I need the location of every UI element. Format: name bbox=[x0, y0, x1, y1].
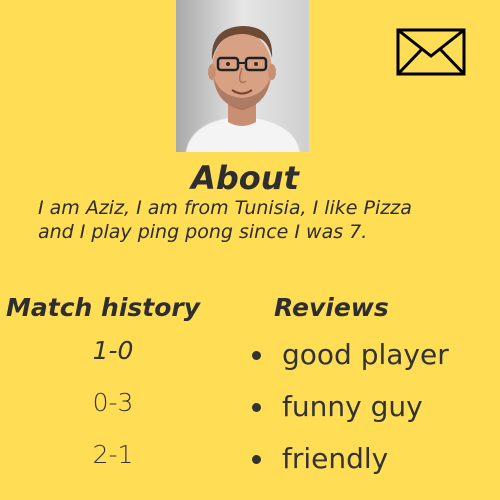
match-score: 0-3 bbox=[92, 388, 134, 417]
about-title: About bbox=[191, 159, 299, 197]
match-history-list: 1-0 0-3 2-1 bbox=[38, 328, 188, 484]
bullet-icon bbox=[252, 402, 261, 412]
reviews-list: good player funny guy friendly bbox=[252, 328, 500, 484]
mail-icon[interactable] bbox=[396, 28, 466, 76]
match-score: 2-1 bbox=[92, 440, 134, 469]
review-text: funny guy bbox=[282, 389, 423, 423]
review-item: good player bbox=[252, 328, 500, 380]
review-item: friendly bbox=[252, 432, 500, 484]
reviews-title: Reviews bbox=[274, 293, 389, 322]
about-text: I am Aziz, I am from Tunisia, I like Piz… bbox=[38, 197, 412, 243]
review-text: friendly bbox=[282, 441, 389, 475]
review-item: funny guy bbox=[252, 380, 500, 432]
person-portrait-icon bbox=[176, 0, 309, 152]
profile-photo bbox=[176, 0, 309, 152]
bullet-icon bbox=[252, 350, 261, 360]
match-history-title: Match history bbox=[6, 293, 201, 322]
review-text: good player bbox=[282, 337, 449, 371]
bullet-icon bbox=[252, 454, 261, 464]
match-score: 1-0 bbox=[92, 336, 134, 365]
